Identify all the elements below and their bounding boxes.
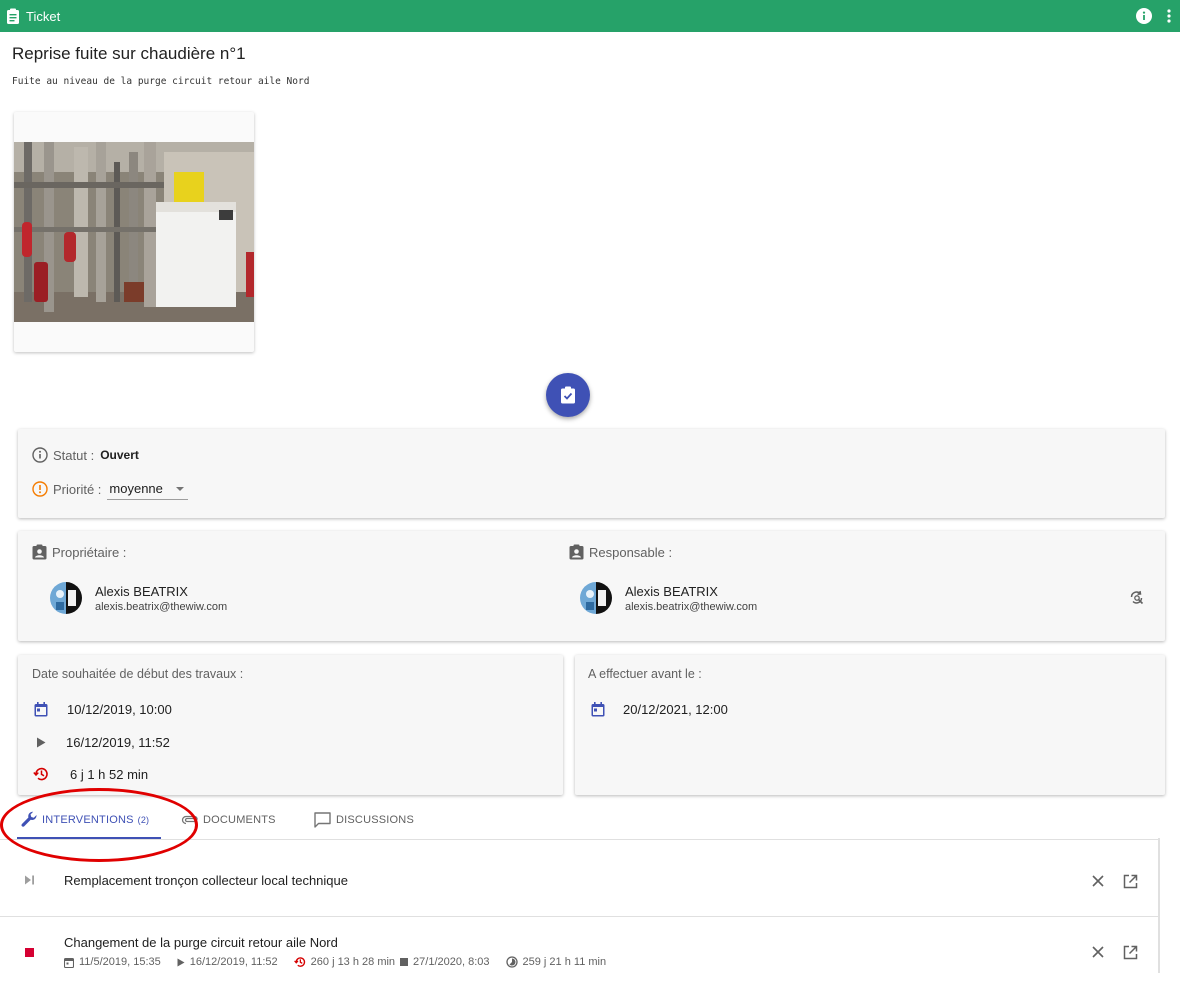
tab-active-indicator [17,837,161,839]
more-vert-icon[interactable] [1166,8,1172,24]
responsible-email: alexis.beatrix@thewiw.com [625,600,758,613]
avatar [50,582,82,614]
responsible-name: Alexis BEATRIX [625,583,718,599]
clipboard-icon [5,7,21,25]
owner-label: Propriétaire : [52,544,127,560]
account-box-icon [569,544,584,560]
status-value: Ouvert [100,448,139,462]
open-in-new-icon[interactable] [1120,871,1140,891]
boiler-room-photo [14,142,254,322]
delay-duration: 260 j 13 h 28 min [310,956,396,968]
priority-label: Priorité : [53,481,102,497]
deadline-date: 20/12/2021, 12:00 [623,702,728,717]
dropdown-caret-icon [176,487,185,491]
stop-icon [400,958,409,966]
tab-interventions-count: (2) [137,815,150,825]
tab-discussions[interactable]: DISCUSSIONS [314,800,414,840]
people-card: Propriétaire : Alexis BEATRIX alexis.bea… [18,531,1165,641]
priority-row: Priorité : moyenne [32,478,189,500]
deadline-row: 20/12/2021, 12:00 [591,702,728,717]
actual-start-date: 16/12/2019, 11:52 [66,735,170,750]
deadline-label: A effectuer avant le : [588,667,702,681]
ticket-description: Fuite au niveau de la purge circuit reto… [12,76,310,87]
stop-icon [25,948,34,957]
responsible-person[interactable]: Alexis BEATRIX alexis.beatrix@thewiw.com [580,582,757,614]
chat-bubble-icon [314,812,331,828]
actual-start-row: 16/12/2019, 11:52 [36,735,170,750]
tab-documents[interactable]: DOCUMENTS [181,800,276,840]
attachment-icon [181,815,199,825]
open-in-new-icon[interactable] [1120,942,1140,962]
responsible-label: Responsable : [589,544,673,560]
timelapse-icon [505,956,518,968]
ticket-title: Reprise fuite sur chaudière n°1 [12,44,246,63]
start-dates-label: Date souhaitée de début des travaux : [32,667,244,681]
deadline-card: A effectuer avant le : 20/12/2021, 12:00 [575,655,1165,795]
priority-alert-icon [32,481,48,497]
history-icon [33,766,49,782]
skip-next-icon [24,875,35,885]
planned-start-row: 10/12/2019, 10:00 [34,702,172,717]
owner-header: Propriétaire : [32,544,126,560]
app-title: Ticket [26,8,61,24]
ticket-photo[interactable] [14,112,254,352]
start-dates-card: Date souhaitée de début des travaux : 10… [18,655,563,795]
owner-name: Alexis BEATRIX [95,583,188,599]
total-duration: 259 j 21 h 11 min [522,956,607,968]
change-responsible-icon[interactable] [1129,590,1145,606]
intervention-title: Remplacement tronçon collecteur local te… [64,873,348,888]
status-row: Statut : Ouvert [32,447,139,463]
start-date: 16/12/2019, 11:52 [189,956,278,968]
status-label: Statut : [53,447,95,463]
tab-interventions-label: INTERVENTIONS [42,814,134,826]
info-outline-icon [32,447,48,463]
play-icon [36,737,46,748]
priority-select[interactable]: moyenne [107,478,189,500]
responsible-header: Responsable : [569,544,672,560]
calendar-icon [64,957,74,968]
priority-select-value: moyenne [109,481,163,496]
app-bar: Ticket [0,0,1180,32]
intervention-title: Changement de la purge circuit retour ai… [64,935,338,950]
owner-person[interactable]: Alexis BEATRIX alexis.beatrix@thewiw.com [50,582,227,614]
owner-email: alexis.beatrix@thewiw.com [95,600,228,613]
delay-row: 6 j 1 h 52 min [33,766,148,782]
status-card: Statut : Ouvert Priorité : moyenne [18,429,1165,518]
info-icon[interactable] [1136,8,1152,24]
calendar-icon [591,702,605,717]
delay-duration: 6 j 1 h 52 min [70,766,149,782]
intervention-meta: 11/5/2019, 15:35 16/12/2019, 11:52 260 j… [64,956,606,968]
account-box-icon [32,544,47,560]
calendar-icon [34,702,48,717]
play-icon [177,958,185,967]
tab-documents-label: DOCUMENTS [203,814,276,826]
list-item[interactable]: Changement de la purge circuit retour ai… [0,917,1160,977]
validate-fab-button[interactable] [546,373,590,417]
clipboard-check-icon [561,386,575,404]
planned-date: 11/5/2019, 15:35 [79,956,161,968]
list-scrollbar[interactable] [1158,838,1160,973]
wrench-icon [20,811,38,829]
history-icon [293,956,306,968]
end-date: 27/1/2020, 8:03 [413,956,490,968]
close-icon[interactable] [1088,942,1108,962]
list-item[interactable]: Remplacement tronçon collecteur local te… [0,840,1160,917]
close-icon[interactable] [1088,871,1108,891]
avatar [580,582,612,614]
planned-start-date: 10/12/2019, 10:00 [67,702,172,717]
tab-discussions-label: DISCUSSIONS [336,814,414,826]
tab-interventions[interactable]: INTERVENTIONS (2) [20,800,149,840]
tab-bar: INTERVENTIONS (2) DOCUMENTS DISCUSSIONS [0,800,1160,840]
